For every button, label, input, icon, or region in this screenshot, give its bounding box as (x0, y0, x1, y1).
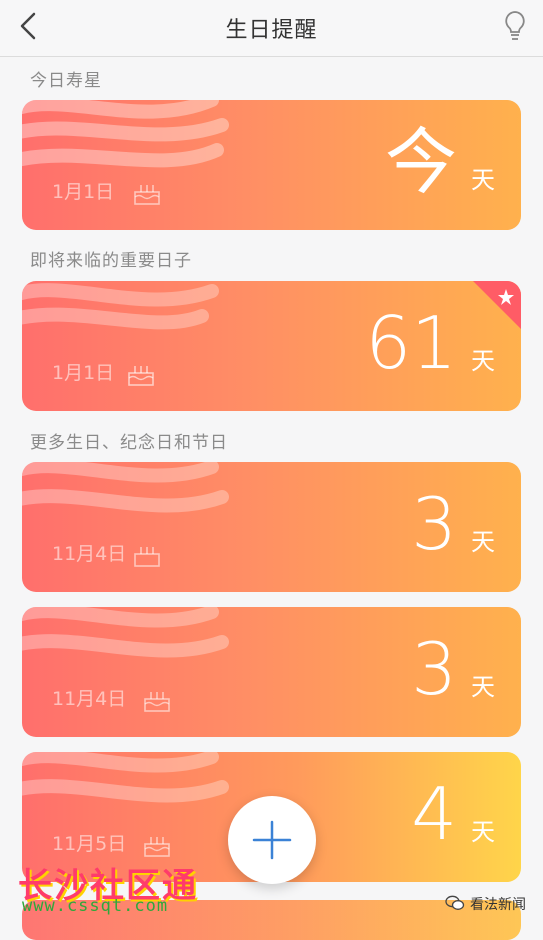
star-ribbon (473, 281, 521, 329)
card-date: 1月1日 (52, 181, 115, 203)
wechat-account-label: 看法新闻 (470, 897, 526, 913)
days-unit: 天 (471, 673, 495, 701)
section-upcoming: 即将来临的重要日子 (30, 251, 192, 271)
watermark-url: www.cssqt.com (22, 896, 169, 916)
days-count: 3 (411, 482, 457, 566)
card-date: 11月4日 (52, 688, 127, 710)
section-today: 今日寿星 (30, 71, 102, 91)
card-date: 11月4日 (52, 543, 127, 565)
days-unit: 天 (471, 166, 495, 194)
days-unit: 天 (471, 347, 495, 375)
nav-bar: 生日提醒 (0, 0, 543, 57)
days-count: 3 (411, 627, 457, 711)
wechat-icon (445, 895, 465, 910)
days-count: 4 (411, 772, 457, 856)
days-count: 61 (365, 301, 457, 385)
card-date: 11月5日 (52, 833, 127, 855)
card-date: 1月1日 (52, 362, 115, 384)
days-count: 今 (384, 120, 457, 204)
birthday-card-upcoming[interactable]: 1月1日 61 天 (22, 281, 521, 411)
cake-icon (134, 185, 160, 205)
plus-icon (252, 820, 292, 860)
birthday-card[interactable]: 11月4日 3 天 (22, 462, 521, 592)
days-unit: 天 (471, 528, 495, 556)
cake-icon (128, 366, 154, 386)
page-title: 生日提醒 (225, 18, 318, 43)
cake-icon (134, 547, 160, 567)
section-more: 更多生日、纪念日和节日 (30, 433, 228, 453)
birthday-card-today[interactable]: 1月1日 今 天 (22, 100, 521, 230)
add-reminder-button[interactable] (228, 796, 316, 884)
days-unit: 天 (471, 818, 495, 846)
cake-icon (144, 692, 170, 712)
lightbulb-icon[interactable] (501, 8, 529, 44)
cake-icon (144, 837, 170, 857)
birthday-card[interactable]: 11月4日 3 天 (22, 607, 521, 737)
